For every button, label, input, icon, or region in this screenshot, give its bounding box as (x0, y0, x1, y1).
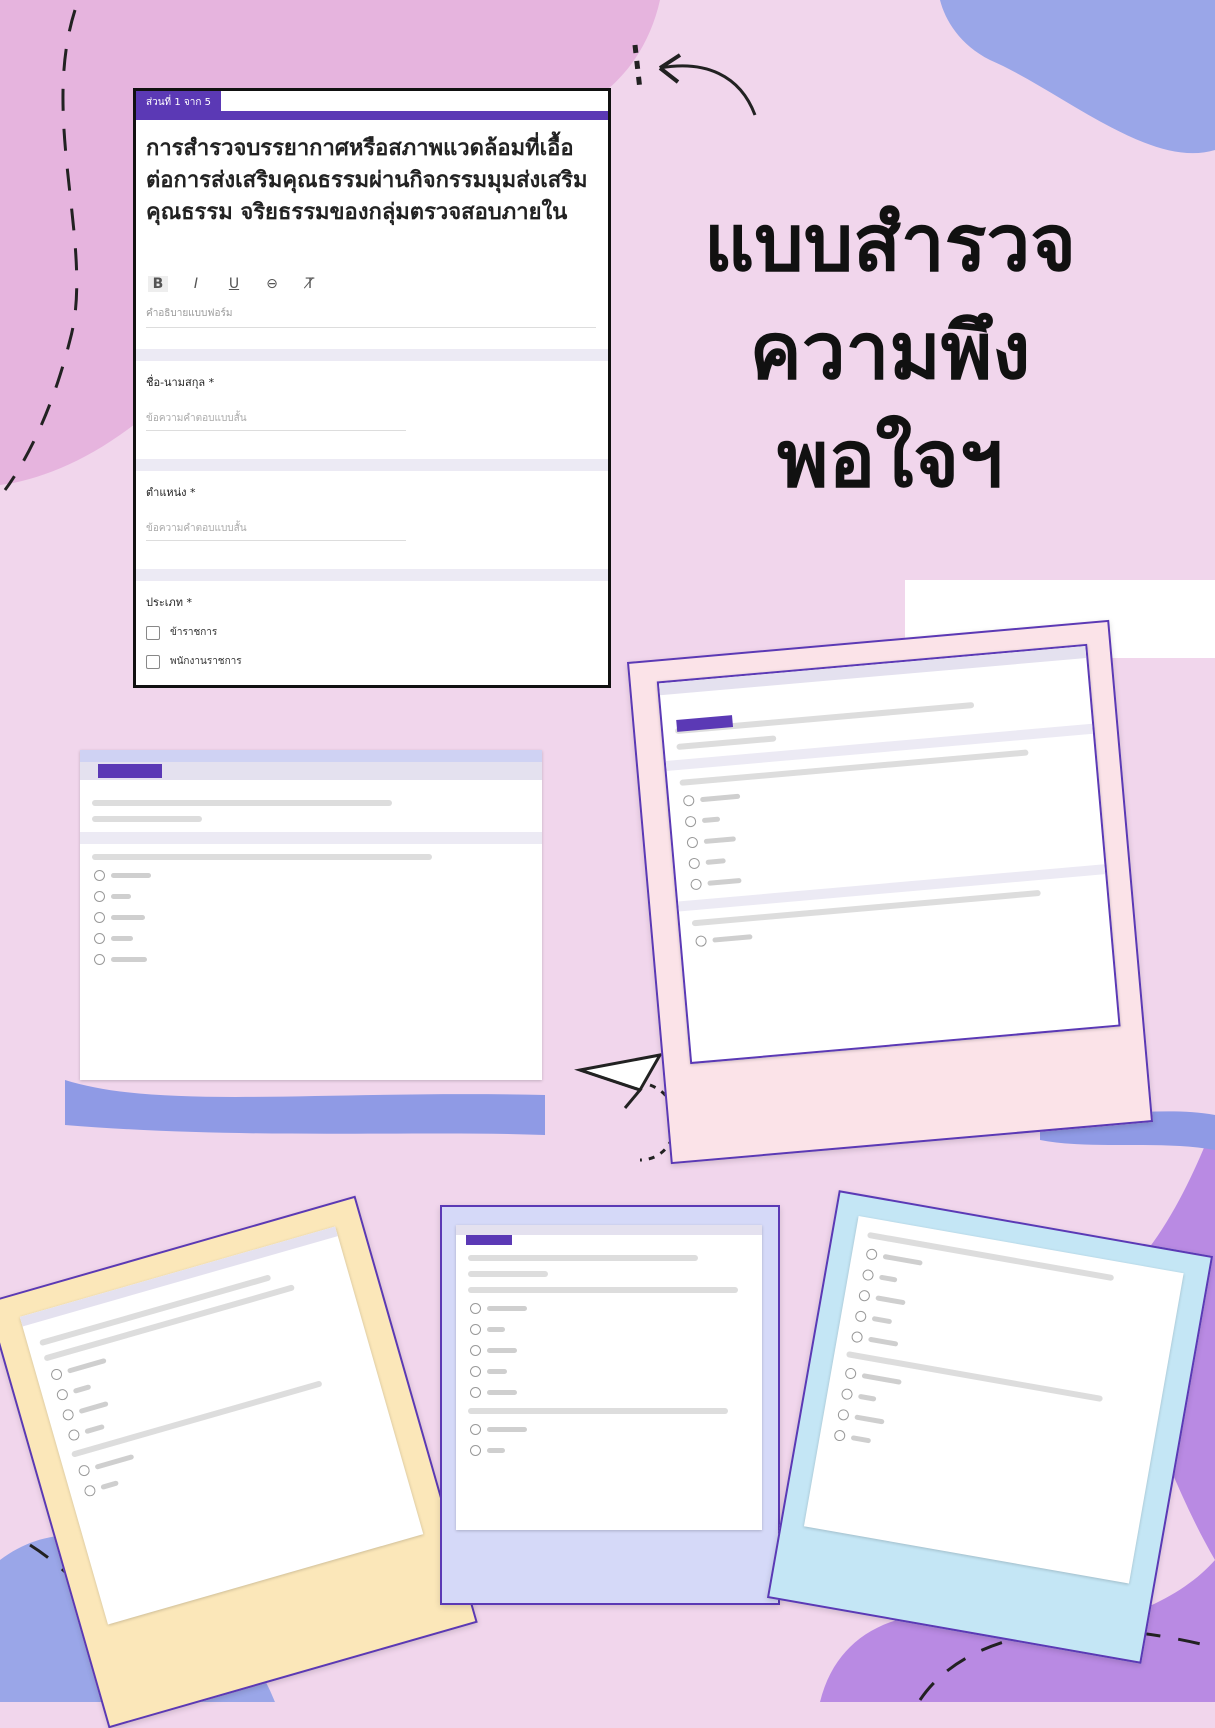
checkbox-option[interactable]: ข้าราชการ (146, 625, 596, 640)
photo-frame-lavender (440, 1205, 780, 1605)
checkbox-icon[interactable] (146, 625, 160, 640)
form-description-field[interactable]: คำอธิบายแบบฟอร์ม (146, 306, 596, 328)
form-snippet-center (456, 1225, 762, 1530)
heading-line-1: แบบสำรวจ (703, 199, 1077, 289)
checkbox-icon[interactable] (146, 654, 160, 669)
bold-icon[interactable]: B (148, 276, 168, 292)
question-label: ชื่อ-นามสกุล * (146, 376, 215, 389)
form-snippet-left (80, 750, 542, 1080)
question-label: ประเภท * (146, 596, 193, 609)
underline-icon[interactable]: U (224, 276, 244, 292)
section-separator (136, 349, 608, 361)
clear-format-icon[interactable]: T̸ (300, 276, 320, 292)
form-title[interactable]: การสำรวจบรรยากาศหรือสภาพแวดล้อมที่เอื้อต… (146, 133, 596, 229)
section-separator (136, 569, 608, 581)
form-snippet-blue (803, 1215, 1184, 1584)
heading-line-2: ความพึง (749, 307, 1031, 397)
section-tab[interactable]: ส่วนที่ 1 จาก 5 (136, 91, 221, 115)
question-label: ตำแหน่ง * (146, 486, 196, 499)
form-snippet-right (656, 643, 1121, 1065)
photo-frame-blue (766, 1190, 1214, 1664)
link-icon[interactable]: ⊖ (262, 276, 282, 292)
short-answer-field[interactable]: ข้อความคำตอบแบบสั้น (146, 521, 406, 541)
form-screenshot: ส่วนที่ 1 จาก 5 การสำรวจบรรยากาศหรือสภาพ… (133, 88, 611, 688)
question-position: ตำแหน่ง * ข้อความคำตอบแบบสั้น (146, 483, 596, 541)
checkbox-option[interactable]: พนักงานราชการ (146, 654, 596, 669)
form-snippet-yellow (19, 1226, 424, 1625)
short-answer-field[interactable]: ข้อความคำตอบแบบสั้น (146, 411, 406, 431)
poster-heading: แบบสำรวจ ความพึง พอใจฯ (610, 190, 1170, 514)
text-format-toolbar: B I U ⊖ T̸ (148, 276, 320, 292)
section-separator (136, 459, 608, 471)
italic-icon[interactable]: I (186, 276, 206, 292)
heading-line-3: พอใจฯ (777, 415, 1003, 505)
question-name: ชื่อ-นามสกุล * ข้อความคำตอบแบบสั้น (146, 373, 596, 431)
question-type: ประเภท * ข้าราชการ พนักงานราชการ (146, 593, 596, 669)
photo-frame-pink (626, 619, 1154, 1165)
